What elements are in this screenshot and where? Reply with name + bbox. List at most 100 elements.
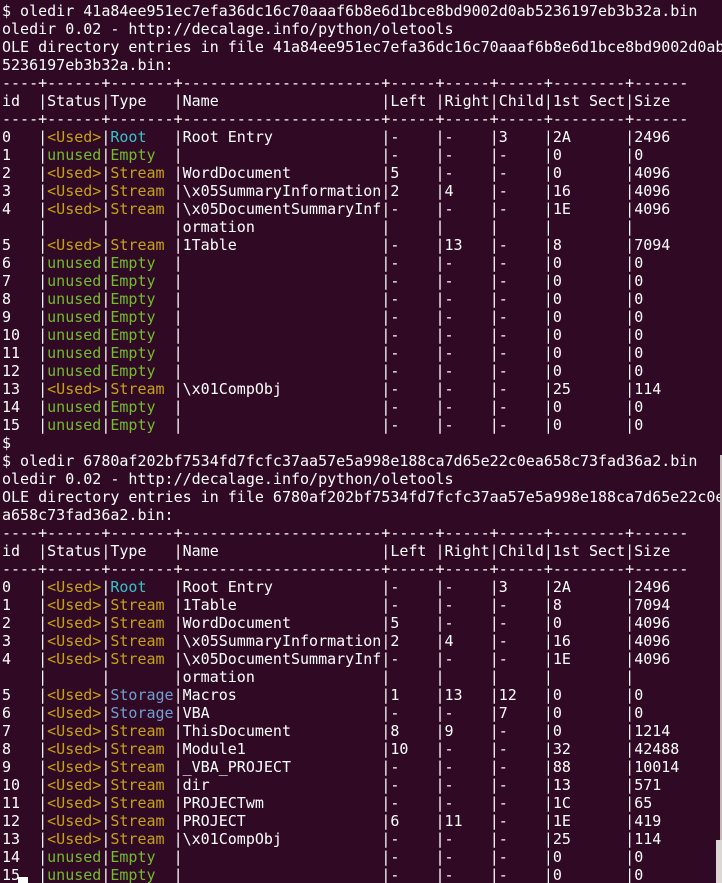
column-divider: | [625,200,634,218]
cell-child: - [499,272,544,290]
cell-size: 0 [634,686,688,704]
column-divider: | [38,362,47,380]
column-divider: | [544,632,553,650]
cell-name: _VBA_PROJECT [183,758,382,776]
column-divider: | [174,398,183,416]
column-divider: | [381,614,390,632]
cell-id: 9 [2,308,38,326]
cell-type: Empty [110,344,173,362]
column-divider: | [544,722,553,740]
cell-size: 0 [634,866,688,883]
cell-id: 4 [2,650,38,668]
table-row-line: 0 |<Used>|Root |Root Entry |- |- |3 |2A … [2,128,722,146]
column-divider: | [174,182,183,200]
column-divider: | [174,380,183,398]
table-row-line: 5 |<Used>|Stream |1Table |- |13 |- |8 |7… [2,236,722,254]
cell-sect: 0 [553,614,625,632]
cell-child: - [499,254,544,272]
column-divider: | [544,416,553,434]
cell-left: 10 [390,740,435,758]
cell-right: - [445,794,490,812]
cell-status: <Used> [47,596,101,614]
cell-child: 12 [499,686,544,704]
column-divider: | [544,218,553,236]
scrollbar-thumb[interactable] [716,840,722,883]
column-divider: | [436,362,445,380]
cell-name: \x05DocumentSummaryInf [183,200,382,218]
cell-right: - [445,344,490,362]
column-divider: | [625,164,634,182]
column-divider: | [625,794,634,812]
cell-id: 2 [2,164,38,182]
cell-name: WordDocument [183,614,382,632]
cell-right: - [445,848,490,866]
column-divider: | [490,668,499,686]
column-divider: | [174,866,183,883]
column-divider: | [38,182,47,200]
cell-left [390,668,435,686]
column-divider: | [544,146,553,164]
column-divider: | [381,866,390,883]
cell-status: <Used> [47,380,101,398]
column-divider: | [625,290,634,308]
heading-text: 5236197eb3b32a.bin: [2,56,174,74]
cell-size: 0 [634,254,688,272]
cell-name: VBA [183,704,382,722]
cell-child: - [499,416,544,434]
cell-size: 4096 [634,650,688,668]
terminal-output: $ oledir 41a84ee951ec7efa36dc16c70aaaf6b… [0,0,722,883]
terminal-window: { "palette": { "background": "#300A24", … [0,0,722,883]
cell-id: 10 [2,326,38,344]
cell-right: 11 [445,812,490,830]
cell-sect: 1E [553,812,625,830]
cell-right: 9 [445,722,490,740]
table-separator-line: ----+------+-------+--------------------… [2,74,722,92]
heading-line: OLE directory entries in file 41a84ee951… [2,38,722,56]
column-divider: | [625,182,634,200]
cell-sect: 88 [553,758,625,776]
command-text: $ oledir 6780af202bf7534fd7fcfc37aa57e5a… [2,452,697,470]
cell-name: PROJECTwm [183,794,382,812]
cell-size: 114 [634,830,688,848]
cell-name: \x01CompObj [183,380,382,398]
column-divider: | [544,272,553,290]
column-divider: | [436,290,445,308]
cell-type: Empty [110,308,173,326]
column-divider: | [381,596,390,614]
cell-id: 14 [2,398,38,416]
cell-child: - [499,632,544,650]
column-divider: | [490,380,499,398]
cell-status: <Used> [47,164,101,182]
cell-size: 65 [634,794,688,812]
column-divider: | [38,632,47,650]
cell-status: unused [47,254,101,272]
column-divider: | [436,866,445,883]
cell-child: - [499,326,544,344]
cell-left: - [390,578,435,596]
cell-child: - [499,380,544,398]
column-divider: | [381,236,390,254]
column-divider: | [544,668,553,686]
cell-name [183,398,382,416]
column-divider: | [174,758,183,776]
cell-id: 14 [2,848,38,866]
cell-id: 5 [2,236,38,254]
column-divider: | [490,794,499,812]
cell-right: - [445,164,490,182]
cell-child: - [499,776,544,794]
column-divider: | [174,668,183,686]
cell-child: - [499,830,544,848]
column-divider: | [490,686,499,704]
cell-child: - [499,308,544,326]
table-row-line: 6 |<Used>|Storage|VBA |- |- |7 |0 |0 [2,704,722,722]
cell-size: 4096 [634,200,688,218]
column-divider: | [490,128,499,146]
separator-text: ----+------+-------+--------------------… [2,524,688,542]
cell-child: - [499,146,544,164]
cell-id: 13 [2,380,38,398]
prompt-text: $ [2,434,11,452]
cell-type: Stream [110,164,173,182]
cell-type: Stream [110,722,173,740]
column-divider: | [544,200,553,218]
cell-left: - [390,776,435,794]
